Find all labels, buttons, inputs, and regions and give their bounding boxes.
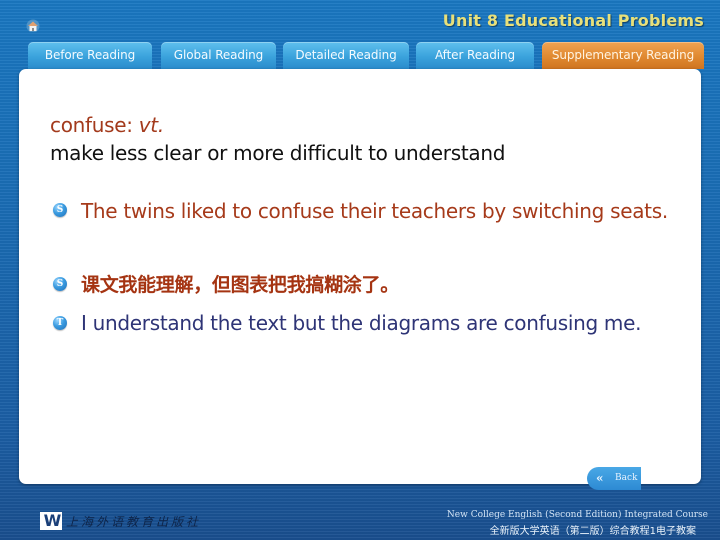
- sentence-bullet-icon: S: [53, 277, 67, 291]
- back-button[interactable]: « Back: [587, 467, 641, 490]
- translation-sentence: I understand the text but the diagrams a…: [81, 311, 642, 335]
- definition: make less clear or more difficult to und…: [50, 141, 506, 165]
- section-tabs: Before Reading Global Reading Detailed R…: [0, 42, 720, 69]
- course-title-zh: 全新版大学英语（第二版）综合教程1电子教案: [489, 526, 696, 537]
- sentence-bullet-icon: S: [53, 203, 67, 217]
- home-icon[interactable]: [26, 17, 40, 33]
- unit-title: Unit 8 Educational Problems: [442, 11, 704, 30]
- publisher-logo: W: [40, 512, 62, 530]
- tab-global-reading[interactable]: Global Reading: [161, 42, 276, 69]
- tab-before-reading[interactable]: Before Reading: [28, 42, 152, 69]
- back-label: Back: [615, 473, 638, 483]
- example-sentence: The twins liked to confuse their teacher…: [81, 199, 668, 223]
- part-of-speech: vt.: [138, 113, 164, 137]
- word-entry: confuse: vt.: [50, 113, 164, 137]
- tab-supplementary-reading[interactable]: Supplementary Reading: [542, 42, 704, 69]
- double-chevron-left-icon: «: [596, 471, 604, 485]
- tab-detailed-reading[interactable]: Detailed Reading: [283, 42, 409, 69]
- tab-after-reading[interactable]: After Reading: [416, 42, 534, 69]
- publisher-name: 上海外语教育出版社: [66, 515, 202, 529]
- headword: confuse:: [50, 113, 133, 137]
- course-title-en: New College English (Second Edition) Int…: [446, 510, 708, 520]
- translation-bullet-icon: T: [53, 316, 67, 330]
- chinese-sentence: 课文我能理解，但图表把我搞糊涂了。: [81, 274, 399, 296]
